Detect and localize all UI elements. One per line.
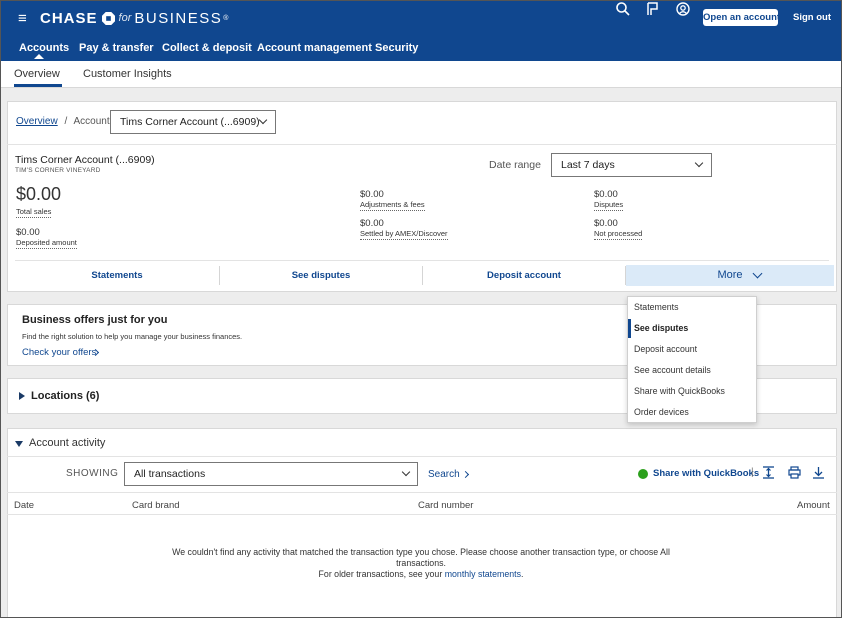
- tab-overview[interactable]: Overview: [14, 68, 62, 87]
- logo-business-text: BUSINESS: [134, 9, 223, 27]
- deposited-amount-label[interactable]: Deposited amount: [16, 238, 77, 249]
- nav-pay-transfer[interactable]: Pay & transfer: [79, 42, 154, 54]
- active-nav-caret: [34, 54, 44, 59]
- breadcrumb: Overview / Account: [16, 116, 110, 127]
- more-button[interactable]: More: [626, 265, 834, 286]
- empty-state-message: We couldn't find any activity that match…: [161, 547, 681, 580]
- download-icon[interactable]: [812, 466, 825, 479]
- open-account-button[interactable]: Open an account: [703, 9, 780, 26]
- chase-logo[interactable]: CHASE for BUSINESS ®: [40, 9, 228, 27]
- more-label: More: [717, 269, 743, 281]
- nav-accounts[interactable]: Accounts: [19, 42, 69, 54]
- not-processed-amount: $0.00: [594, 218, 618, 229]
- menu-icon[interactable]: ≡: [18, 11, 27, 26]
- breadcrumb-overview-link[interactable]: Overview: [16, 116, 58, 127]
- menu-item-statements[interactable]: Statements: [628, 297, 756, 318]
- check-offers-link[interactable]: Check your offers: [22, 347, 100, 358]
- nav-account-management[interactable]: Account management: [257, 42, 372, 54]
- divider: [7, 514, 837, 515]
- see-disputes-button[interactable]: See disputes: [220, 265, 422, 286]
- total-sales-label[interactable]: Total sales: [16, 207, 52, 218]
- print-icon[interactable]: [788, 466, 801, 479]
- statements-button[interactable]: Statements: [15, 265, 219, 286]
- divider: [7, 456, 837, 457]
- account-name: Tims Corner Account (...6909): [15, 154, 155, 166]
- settled-amount: $0.00: [360, 218, 384, 229]
- column-header-date[interactable]: Date: [14, 500, 34, 511]
- not-processed-label[interactable]: Not processed: [594, 229, 643, 240]
- caret-down-icon[interactable]: [15, 441, 23, 447]
- menu-item-order-devices[interactable]: Order devices: [628, 402, 756, 423]
- adjustments-label[interactable]: Adjustments & fees: [360, 200, 425, 211]
- search-label: Search: [428, 469, 460, 480]
- empty-state-suffix: .: [520, 569, 524, 579]
- settled-label[interactable]: Settled by AMEX/Discover: [360, 229, 448, 240]
- empty-state-line1: We couldn't find any activity that match…: [172, 547, 670, 568]
- disputes-amount: $0.00: [594, 189, 618, 200]
- offers-description: Find the right solution to help you mana…: [22, 332, 243, 341]
- toolbar-separator: |: [751, 467, 754, 478]
- chevron-down-icon: [258, 115, 268, 125]
- divider: [7, 144, 837, 145]
- transaction-type-select[interactable]: All transactions: [124, 462, 418, 486]
- date-range-value: Last 7 days: [561, 159, 615, 171]
- locations-title[interactable]: Locations (6): [31, 390, 99, 402]
- deposit-account-button[interactable]: Deposit account: [423, 265, 625, 286]
- divider: [15, 260, 829, 261]
- column-header-card-brand[interactable]: Card brand: [132, 500, 180, 511]
- offers-title: Business offers just for you: [22, 314, 168, 326]
- user-circle-icon[interactable]: [675, 1, 691, 17]
- total-sales-amount: $0.00: [16, 184, 62, 204]
- chevron-down-icon: [694, 158, 704, 168]
- breadcrumb-account: Account: [73, 116, 110, 127]
- account-select[interactable]: Tims Corner Account (...6909): [110, 110, 276, 134]
- divider: [7, 492, 837, 493]
- account-actions: Statements See disputes Deposit account …: [15, 265, 835, 286]
- menu-item-see-account-details[interactable]: See account details: [628, 360, 756, 381]
- more-dropdown-menu: Statements See disputes Deposit account …: [627, 296, 757, 423]
- flag-icon[interactable]: [645, 1, 661, 17]
- app-frame: ≡ CHASE for BUSINESS ® Open an account S…: [0, 0, 842, 618]
- share-quickbooks-link[interactable]: Share with QuickBooks: [653, 468, 759, 479]
- tab-customer-insights[interactable]: Customer Insights: [83, 68, 172, 80]
- nav-security[interactable]: Security: [375, 42, 418, 54]
- disputes-label[interactable]: Disputes: [594, 200, 624, 211]
- breadcrumb-separator: /: [64, 116, 68, 127]
- chase-octagon-icon: [101, 11, 115, 25]
- empty-state-line2: For older transactions, see your monthly…: [161, 569, 681, 580]
- adjustments-amount: $0.00: [360, 189, 384, 200]
- monthly-statements-link[interactable]: monthly statements: [445, 569, 521, 579]
- logo-chase-text: CHASE: [40, 9, 98, 27]
- caret-right-icon[interactable]: [19, 392, 25, 400]
- account-business-name: TIM'S CORNER VINEYARD: [15, 167, 101, 174]
- check-offers-label: Check your offers: [22, 347, 97, 358]
- sub-nav: Overview Customer Insights: [1, 61, 841, 88]
- expand-icon[interactable]: [762, 466, 775, 479]
- account-activity-title[interactable]: Account activity: [29, 437, 105, 449]
- logo-for-text: for: [118, 12, 132, 24]
- column-header-card-number[interactable]: Card number: [418, 500, 473, 511]
- chevron-down-icon: [752, 268, 763, 279]
- quickbooks-icon: [638, 469, 648, 479]
- search-icon[interactable]: [615, 1, 631, 17]
- column-header-amount[interactable]: Amount: [797, 500, 830, 511]
- chevron-down-icon: [401, 467, 411, 477]
- account-select-value: Tims Corner Account (...6909): [120, 116, 260, 128]
- transaction-type-value: All transactions: [134, 468, 206, 480]
- deposited-amount: $0.00: [16, 227, 40, 238]
- search-link[interactable]: Search: [428, 469, 470, 480]
- nav-collect-deposit[interactable]: Collect & deposit: [162, 42, 252, 54]
- logo-registered: ®: [223, 14, 229, 22]
- menu-item-deposit-account[interactable]: Deposit account: [628, 339, 756, 360]
- date-range-select[interactable]: Last 7 days: [551, 153, 712, 177]
- top-bar: ≡ CHASE for BUSINESS ® Open an account S…: [1, 1, 841, 61]
- sign-out-link[interactable]: Sign out: [793, 12, 831, 23]
- empty-state-prefix: For older transactions, see your: [318, 569, 443, 579]
- showing-label: SHOWING: [66, 468, 119, 479]
- menu-item-see-disputes[interactable]: See disputes: [628, 318, 756, 339]
- menu-item-share-quickbooks[interactable]: Share with QuickBooks: [628, 381, 756, 402]
- date-range-label: Date range: [489, 159, 541, 171]
